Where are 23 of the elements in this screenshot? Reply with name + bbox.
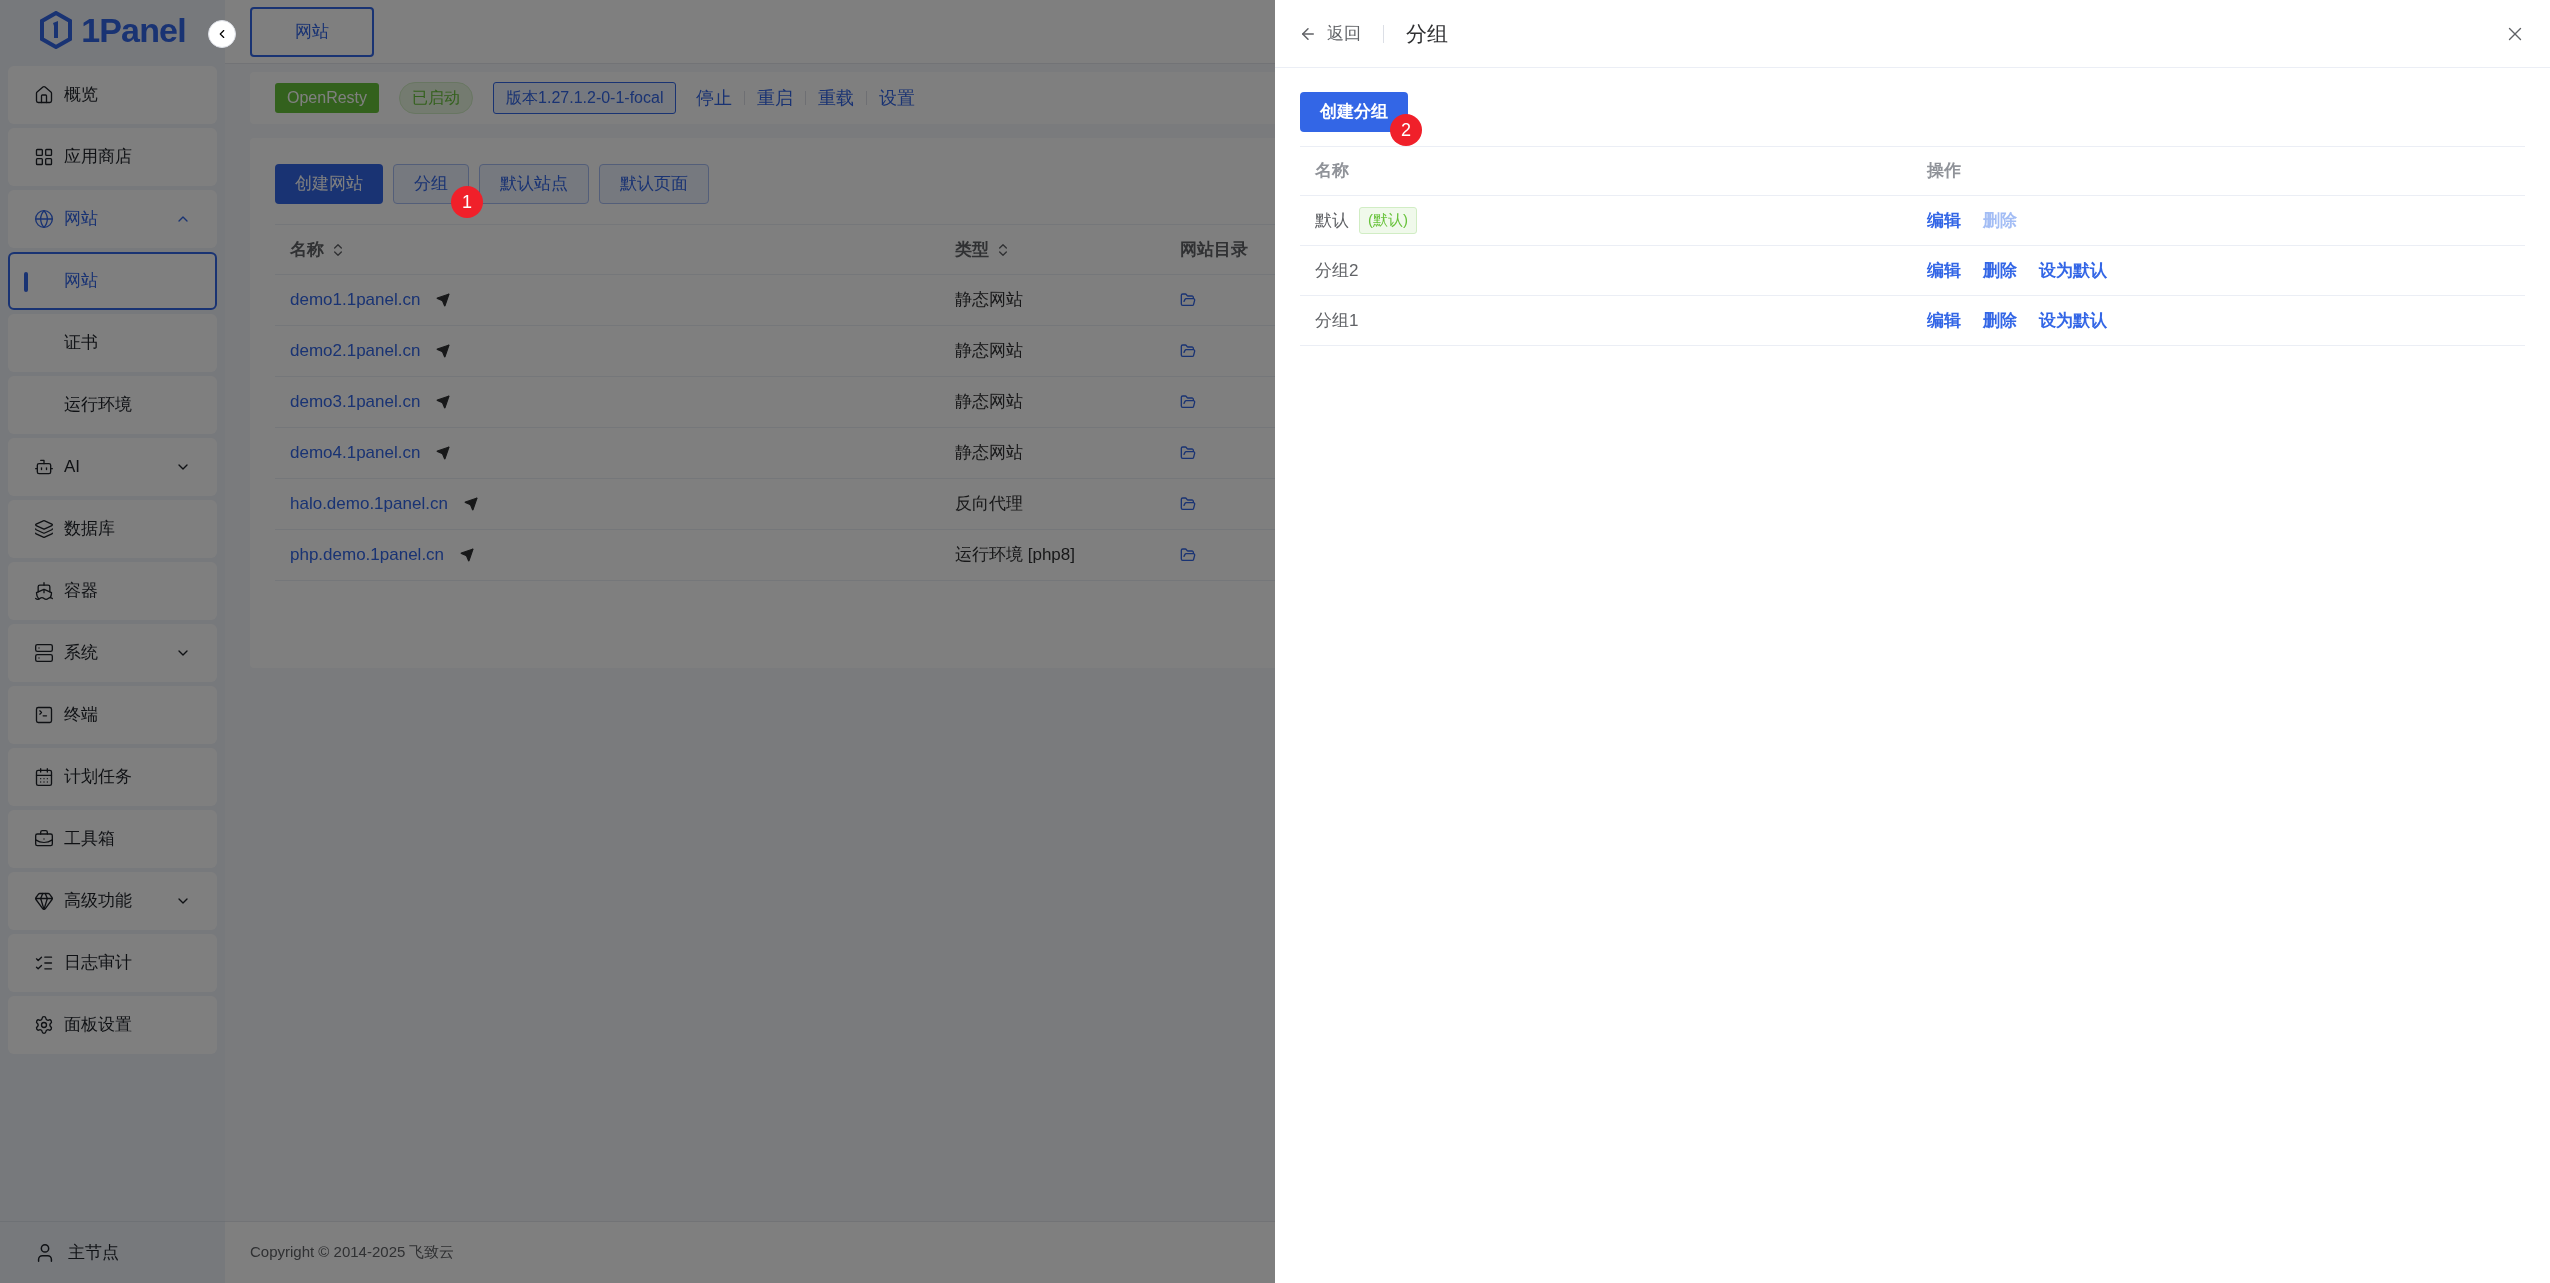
logo-text: 1Panel: [81, 9, 186, 51]
default-tag: (默认): [1359, 207, 1417, 234]
copyright-text: Copyright © 2014-2025 飞致云: [250, 1242, 455, 1263]
column-header: 名称: [1315, 161, 1349, 181]
table-cell-text: 分组2: [1315, 259, 1359, 282]
drawer-title: 分组: [1406, 20, 1449, 47]
table-cell-text: 分组1: [1315, 309, 1359, 332]
step-badge: 1: [451, 186, 483, 218]
table-cell: 静态网站: [955, 341, 1023, 361]
table-cell: 运行环境 [php8]: [955, 545, 1075, 565]
column-header: 网站目录: [1180, 238, 1248, 261]
table-cell: 静态网站: [955, 290, 1023, 310]
step-badge: 2: [1390, 114, 1422, 146]
table-cell-text: 默认: [1315, 209, 1349, 232]
app-tag: OpenResty: [275, 83, 380, 113]
column-header: 操作: [1927, 161, 1961, 181]
version-tag: 版本1.27.1.2-0-1-focal: [493, 82, 677, 114]
table-cell: 静态网站: [955, 443, 1023, 463]
column-header: 类型: [955, 238, 989, 261]
table-cell: 静态网站: [955, 392, 1023, 412]
status-tag: 已启动: [399, 82, 474, 114]
table-cell: 反向代理: [955, 494, 1023, 514]
column-header: 名称: [290, 238, 324, 261]
